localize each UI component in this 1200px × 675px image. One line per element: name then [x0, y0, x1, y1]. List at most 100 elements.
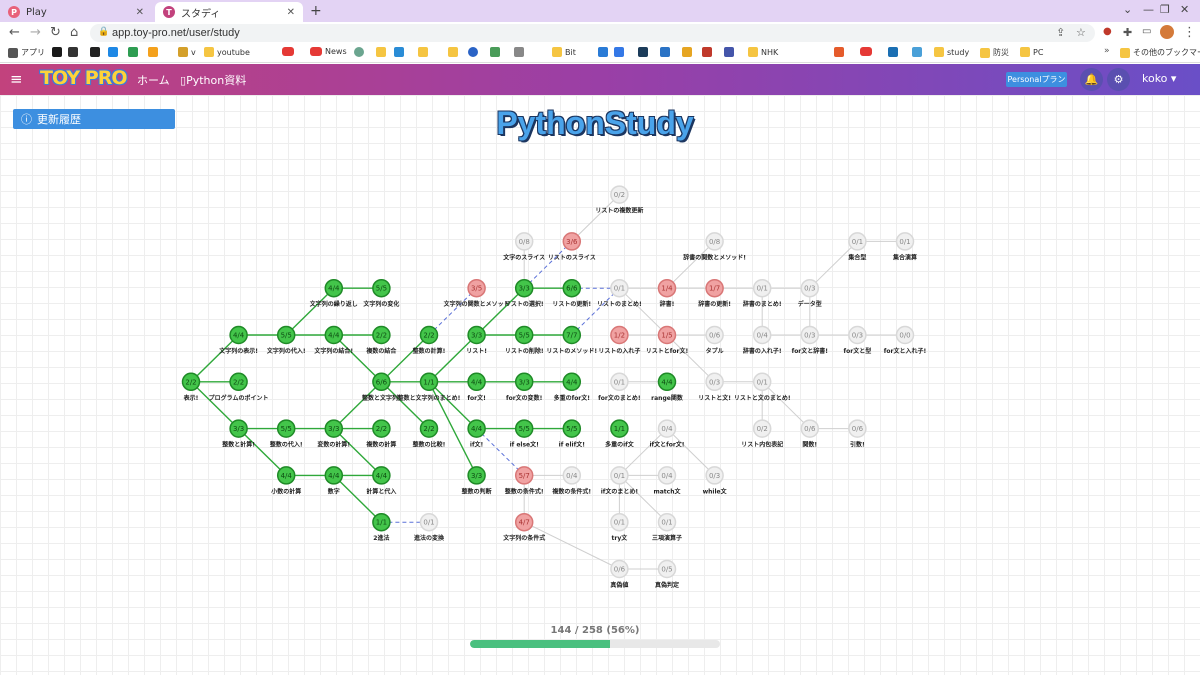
bookmark-item[interactable]: study [934, 47, 969, 57]
skill-node[interactable]: 5/5 if elif文! [559, 419, 585, 449]
skill-node[interactable]: 0/6 関数! [800, 419, 820, 449]
skill-node[interactable]: 0/0 for文と入れ子! [884, 325, 926, 356]
bookmark-item[interactable] [660, 47, 673, 57]
bookmark-item[interactable] [68, 47, 81, 57]
skill-node[interactable]: 3/5 文字列の関数とメソッド [443, 278, 510, 309]
skill-node[interactable]: 5/5 文字列の変化 [362, 278, 399, 309]
bookmark-item[interactable] [148, 47, 161, 57]
forward-arrow-icon[interactable]: → [30, 25, 41, 40]
skill-node[interactable]: 3/3 リスト! [466, 325, 487, 356]
skill-node[interactable]: 0/3 for文と辞書! [792, 325, 828, 356]
skill-node[interactable]: 4/4 多重のfor文! [554, 372, 590, 402]
skill-node[interactable]: 5/5 文字列の代入! [266, 325, 306, 356]
sidepanel-icon[interactable]: ▭ [1142, 26, 1151, 37]
skill-node[interactable]: 0/4 match文 [654, 466, 682, 496]
skill-node[interactable]: 4/4 小数の計算 [270, 466, 301, 496]
skill-node[interactable]: 3/6 リストのスライス [548, 232, 596, 262]
skill-node[interactable]: 5/5 整数の代入! [269, 419, 303, 449]
skill-node[interactable]: 0/2 リストの複数更新 [595, 185, 643, 215]
skill-node[interactable]: 0/1 辞書のまとめ! [743, 278, 782, 309]
skill-node[interactable]: 0/3 while文 [703, 466, 728, 496]
nav-python-docs[interactable]: ▯Python資料 [180, 72, 246, 88]
skill-node[interactable]: 3/3 整数の判断 [461, 466, 492, 496]
bookmark-item[interactable] [376, 47, 389, 57]
share-icon[interactable]: ⇪ [1056, 26, 1065, 39]
skill-node[interactable]: 0/6 真偽値 [610, 559, 629, 590]
skill-node[interactable]: 0/8 辞書の関数とメソッド! [683, 232, 746, 262]
skill-node[interactable]: 4/4 文字列の結合! [313, 325, 353, 356]
skill-node[interactable]: 4/4 文字列の繰り返し [309, 278, 358, 309]
skill-node[interactable]: 0/3 データ型 [798, 278, 822, 309]
bookmark-item[interactable] [724, 47, 737, 57]
skill-node[interactable]: 0/5 真偽判定 [655, 559, 679, 590]
skill-node[interactable]: 1/5 リストとfor文! [646, 325, 688, 356]
skill-node[interactable]: 2/2 複数の結合 [365, 325, 397, 356]
skill-node[interactable]: 1/2 リストの入れ子 [598, 325, 640, 356]
skill-node[interactable]: 4/4 文字列の表示! [218, 325, 258, 356]
bookmark-item[interactable] [394, 47, 407, 57]
bookmark-item[interactable] [90, 47, 103, 57]
skill-node[interactable]: 6/6 整数と文字列! [361, 372, 401, 402]
browser-tab-study[interactable]: T スタディ ✕ [155, 2, 303, 22]
puzzle-icon[interactable]: ✚ [1123, 26, 1132, 39]
skill-node[interactable]: 4/4 数字 [324, 466, 344, 496]
window-close-icon[interactable]: ✕ [1180, 3, 1189, 16]
skill-node[interactable]: 5/5 リストの削除! [505, 325, 544, 356]
bookmark-item[interactable] [598, 47, 611, 57]
home-icon[interactable]: ⌂ [70, 25, 78, 40]
skill-node[interactable]: 2/2 整数の比較! [412, 419, 446, 449]
close-icon[interactable]: ✕ [136, 7, 144, 18]
close-icon[interactable]: ✕ [287, 7, 295, 18]
bookmark-item[interactable]: その他のブックマーク [1120, 47, 1200, 58]
nav-home[interactable]: ホーム [137, 72, 170, 88]
skill-node[interactable]: 0/4 if文とfor文! [649, 419, 685, 449]
skill-node[interactable]: 6/6 リストの更新! [552, 278, 591, 309]
url-input[interactable]: 🔒 app.toy-pro.net/user/study ⇪ ☆ [90, 24, 1095, 42]
skill-node[interactable]: 3/3 リストの選択! [505, 278, 544, 309]
bookmark-item[interactable] [490, 47, 503, 57]
skill-node[interactable]: 0/6 引数! [848, 419, 867, 449]
bookmark-item[interactable] [860, 47, 875, 56]
skill-node[interactable]: 3/3 整数と計算! [221, 419, 255, 449]
skill-node[interactable]: 0/3 for文と型 [844, 325, 872, 356]
skill-node[interactable]: 0/6 タプル [705, 325, 724, 356]
skill-node[interactable]: 2/2 プログラムのポイント [209, 372, 269, 402]
skill-node[interactable]: 4/4 for文! [467, 372, 486, 402]
bookmark-item[interactable] [108, 47, 121, 57]
site-logo[interactable]: TOY PRO [40, 67, 128, 89]
minimize-icon[interactable]: — [1143, 3, 1154, 16]
bookmark-item[interactable] [468, 47, 481, 57]
bookmark-item[interactable]: NHK [748, 47, 778, 57]
reload-icon[interactable]: ↻ [50, 25, 61, 40]
menu-kebab-icon[interactable]: ⋮ [1183, 25, 1196, 40]
bookmark-item[interactable]: アプリ [8, 47, 45, 58]
skill-node[interactable]: 0/1 集合演算 [892, 232, 917, 262]
chevron-down-icon[interactable]: ⌄ [1123, 3, 1132, 16]
skill-node[interactable]: 2/2 複数の計算 [365, 419, 396, 449]
browser-tab-play[interactable]: P Play ✕ [0, 2, 152, 22]
bookmark-item[interactable] [354, 47, 367, 57]
maximize-icon[interactable]: ❐ [1160, 3, 1170, 16]
skill-node[interactable]: 0/1 try文 [610, 512, 629, 543]
skill-node[interactable]: 2/2 整数の計算! [412, 325, 446, 356]
skill-node[interactable]: 3/3 変数の計算! [316, 419, 350, 449]
bookmark-item[interactable] [702, 47, 715, 57]
skill-node[interactable]: 0/1 if文のまとめ! [601, 466, 638, 496]
skill-node[interactable]: 1/1 2進法 [372, 512, 391, 543]
extension-icon[interactable]: ● [1103, 26, 1112, 37]
bookmark-item[interactable] [128, 47, 141, 57]
skill-node[interactable]: 4/4 range関数 [651, 372, 684, 402]
skill-node[interactable]: 3/3 for文の変数! [506, 372, 542, 402]
personal-plan-button[interactable]: Personalプラン [1006, 72, 1067, 87]
back-arrow-icon[interactable]: ← [9, 25, 20, 40]
skill-node[interactable]: 0/4 複数の条件式! [551, 466, 591, 496]
skill-node[interactable]: 0/1 for文のまとめ! [598, 372, 641, 402]
skill-node[interactable]: 0/8 文字のスライス [502, 232, 545, 262]
skill-node[interactable]: 0/2 リスト内包表記 [741, 419, 783, 449]
bookmark-item[interactable] [282, 47, 297, 56]
skill-node[interactable]: 0/1 三項演算子 [652, 512, 682, 543]
skill-node[interactable]: 4/7 文字列の条件式 [502, 512, 545, 543]
skill-node[interactable]: 1/7 辞書の更新! [698, 278, 731, 309]
bookmark-item[interactable] [418, 47, 431, 57]
hamburger-menu-icon[interactable]: ≡ [10, 70, 23, 88]
